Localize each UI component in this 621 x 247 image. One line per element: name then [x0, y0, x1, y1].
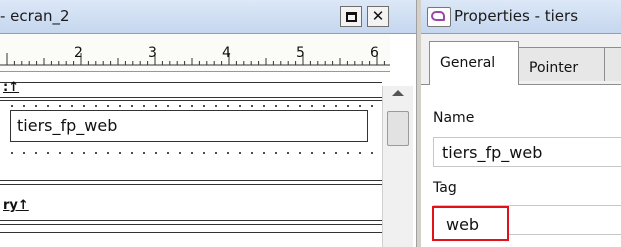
tag-field-highlight[interactable]: web — [432, 206, 509, 241]
tab-general-label: General — [440, 55, 496, 71]
properties-title: Properties - tiers — [454, 7, 579, 25]
ruler-number-2: 2 — [74, 45, 83, 61]
band-separator — [0, 184, 382, 185]
properties-tabs: General Pointer — [421, 33, 621, 85]
band-marker-summary[interactable]: ry↑ — [3, 198, 29, 213]
ruler-number-5: 5 — [296, 45, 305, 61]
tab-pointer[interactable]: Pointer — [518, 47, 605, 81]
band-separator — [0, 97, 382, 98]
tag-value: web — [446, 215, 480, 234]
ruler-number-4: 4 — [222, 45, 231, 61]
name-label: Name — [433, 110, 475, 126]
horizontal-ruler: 2 3 4 5 6 — [0, 34, 390, 72]
tab-general[interactable]: General — [429, 41, 519, 85]
ruler-number-3: 3 — [148, 45, 157, 61]
band-marker-header[interactable]: :↑ — [3, 80, 19, 95]
name-value: tiers_fp_web — [442, 143, 543, 162]
restore-button[interactable] — [340, 6, 362, 27]
tab-pointer-label: Pointer — [529, 60, 579, 76]
band-separator — [0, 224, 382, 225]
report-field-text: tiers_fp_web — [17, 116, 118, 135]
band-separator — [0, 232, 382, 233]
ruler-ticks — [0, 53, 390, 66]
vertical-scrollbar[interactable] — [382, 86, 413, 247]
band-separator — [0, 180, 382, 181]
properties-app-icon — [427, 7, 451, 27]
general-panel: Name tiers_fp_web Tag web — [421, 84, 621, 247]
designer-title: - ecran_2 — [0, 7, 70, 25]
designer-titlebar: - ecran_2 ✕ — [0, 0, 416, 34]
grid-dots — [6, 152, 376, 154]
tag-label: Tag — [433, 180, 457, 196]
name-field[interactable]: tiers_fp_web — [433, 137, 621, 167]
ruler-number-6: 6 — [370, 45, 379, 61]
tab-next[interactable] — [604, 47, 621, 81]
grid-dots — [6, 105, 376, 107]
band-separator — [0, 220, 382, 221]
properties-window: Properties - tiers General Pointer Name … — [421, 0, 621, 247]
band-separator — [0, 82, 382, 83]
report-designer-window: - ecran_2 ✕ 2 3 4 5 6 :↑ tiers_fp_web ry… — [0, 0, 416, 247]
scroll-up-arrow-icon[interactable] — [392, 90, 404, 96]
screen: - ecran_2 ✕ 2 3 4 5 6 :↑ tiers_fp_web ry… — [0, 0, 621, 247]
close-button[interactable]: ✕ — [367, 6, 389, 27]
properties-titlebar: Properties - tiers — [421, 0, 621, 34]
scroll-thumb[interactable] — [387, 111, 409, 146]
band-separator — [0, 100, 382, 101]
report-field-tiers-fp-web[interactable]: tiers_fp_web — [10, 110, 368, 142]
